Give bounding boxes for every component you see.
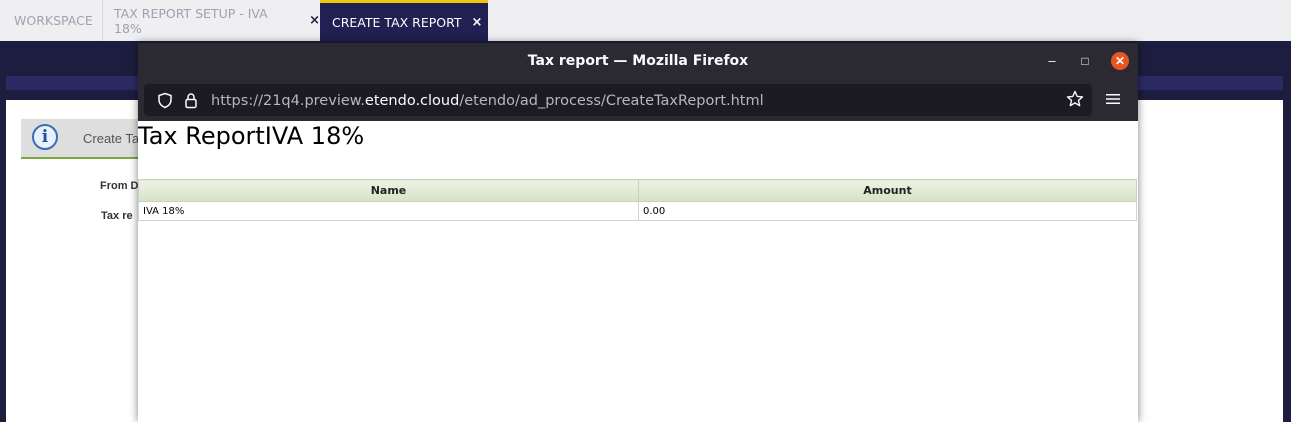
hamburger-menu-icon[interactable]: [1106, 93, 1120, 105]
bookmark-star-icon[interactable]: [1066, 90, 1084, 108]
window-title: Tax report — Mozilla Firefox: [527, 53, 749, 69]
tax-report-table: Name Amount IVA 18% 0.00: [138, 179, 1137, 221]
window-titlebar[interactable]: Tax report — Mozilla Firefox – □ ✕: [138, 43, 1138, 80]
tab-create-tax-report[interactable]: CREATE TAX REPORT ×: [320, 0, 488, 41]
close-icon[interactable]: ×: [472, 15, 483, 30]
info-icon: i: [32, 124, 58, 150]
close-icon[interactable]: ×: [309, 13, 320, 28]
tab-tax-report-setup[interactable]: TAX REPORT SETUP - IVA 18% ×: [103, 0, 320, 41]
cell-amount: 0.00: [638, 201, 1137, 221]
lock-icon[interactable]: [184, 92, 198, 109]
app-tab-bar: WORKSPACE TAX REPORT SETUP - IVA 18% × C…: [0, 0, 1291, 41]
table-header-row: Name Amount: [138, 179, 1137, 202]
tax-report-label: Tax re: [101, 210, 133, 222]
tab-workspace[interactable]: WORKSPACE: [0, 0, 102, 41]
report-title: Tax ReportIVA 18%: [138, 122, 365, 150]
tab-label: CREATE TAX REPORT: [332, 14, 462, 30]
report-document: Tax ReportIVA 18% Name Amount IVA 18% 0.…: [138, 121, 1138, 422]
column-header-name: Name: [138, 179, 639, 202]
minimize-icon[interactable]: –: [1043, 52, 1061, 70]
table-row: IVA 18% 0.00: [138, 201, 1137, 221]
shield-icon[interactable]: [157, 92, 173, 109]
url-bar[interactable]: https://21q4.preview.etendo.cloud/etendo…: [144, 84, 1092, 116]
column-header-amount: Amount: [638, 179, 1137, 202]
process-title: Create Ta: [83, 131, 140, 146]
window-close-icon[interactable]: ✕: [1111, 52, 1129, 70]
navigation-toolbar: https://21q4.preview.etendo.cloud/etendo…: [138, 80, 1138, 121]
maximize-icon[interactable]: □: [1076, 52, 1094, 70]
cell-name: IVA 18%: [138, 201, 639, 221]
url-host: etendo.cloud: [364, 93, 460, 109]
tab-label: TAX REPORT SETUP - IVA 18%: [114, 5, 268, 36]
url-path: /etendo/ad_process/CreateTaxReport.html: [459, 93, 764, 109]
firefox-window: Tax report — Mozilla Firefox – □ ✕ https…: [138, 43, 1138, 422]
url-prefix: https://21q4.preview.: [211, 93, 365, 109]
from-date-label: From D: [100, 180, 139, 192]
tab-label: WORKSPACE: [14, 13, 93, 28]
url-text[interactable]: https://21q4.preview.etendo.cloud/etendo…: [211, 93, 764, 109]
